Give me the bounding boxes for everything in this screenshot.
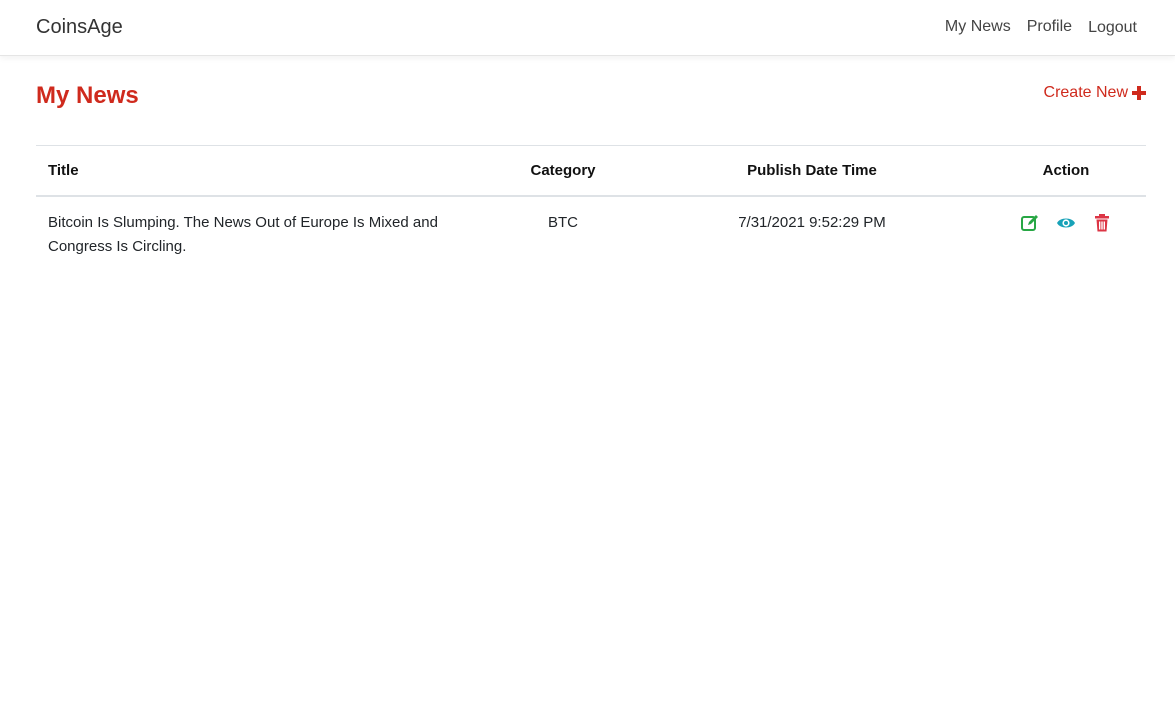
delete-icon[interactable] [1092,213,1112,233]
nav-link-logout[interactable]: Logout [1088,18,1137,38]
cell-publish-date-time: 7/31/2021 9:52:29 PM [638,195,986,271]
row-actions [998,211,1134,233]
header-publish-date-time: Publish Date Time [638,145,986,197]
news-table: Title Category Publish Date Time Action … [36,145,1146,271]
cell-actions [986,195,1146,271]
brand-logo-link[interactable]: CoinsAge [36,16,123,39]
table-header-row: Title Category Publish Date Time Action [36,145,1146,197]
cell-title: Bitcoin Is Slumping. The News Out of Eur… [36,195,488,271]
table-row: Bitcoin Is Slumping. The News Out of Eur… [36,195,1146,271]
top-navbar: CoinsAge My News Profile Logout [0,0,1175,56]
plus-icon [1132,86,1146,100]
nav-links: My News Profile Logout [929,17,1137,38]
header-title: Title [36,145,488,197]
page-title: My News [36,82,139,109]
header-action: Action [986,145,1146,197]
edit-icon[interactable] [1020,213,1040,233]
header-category: Category [488,145,638,197]
nav-link-my-news[interactable]: My News [945,17,1011,38]
create-new-button[interactable]: Create New [1044,84,1146,102]
create-new-label: Create New [1043,84,1128,101]
view-icon[interactable] [1056,213,1076,233]
cell-category: BTC [488,195,638,271]
nav-link-profile[interactable]: Profile [1027,17,1072,38]
